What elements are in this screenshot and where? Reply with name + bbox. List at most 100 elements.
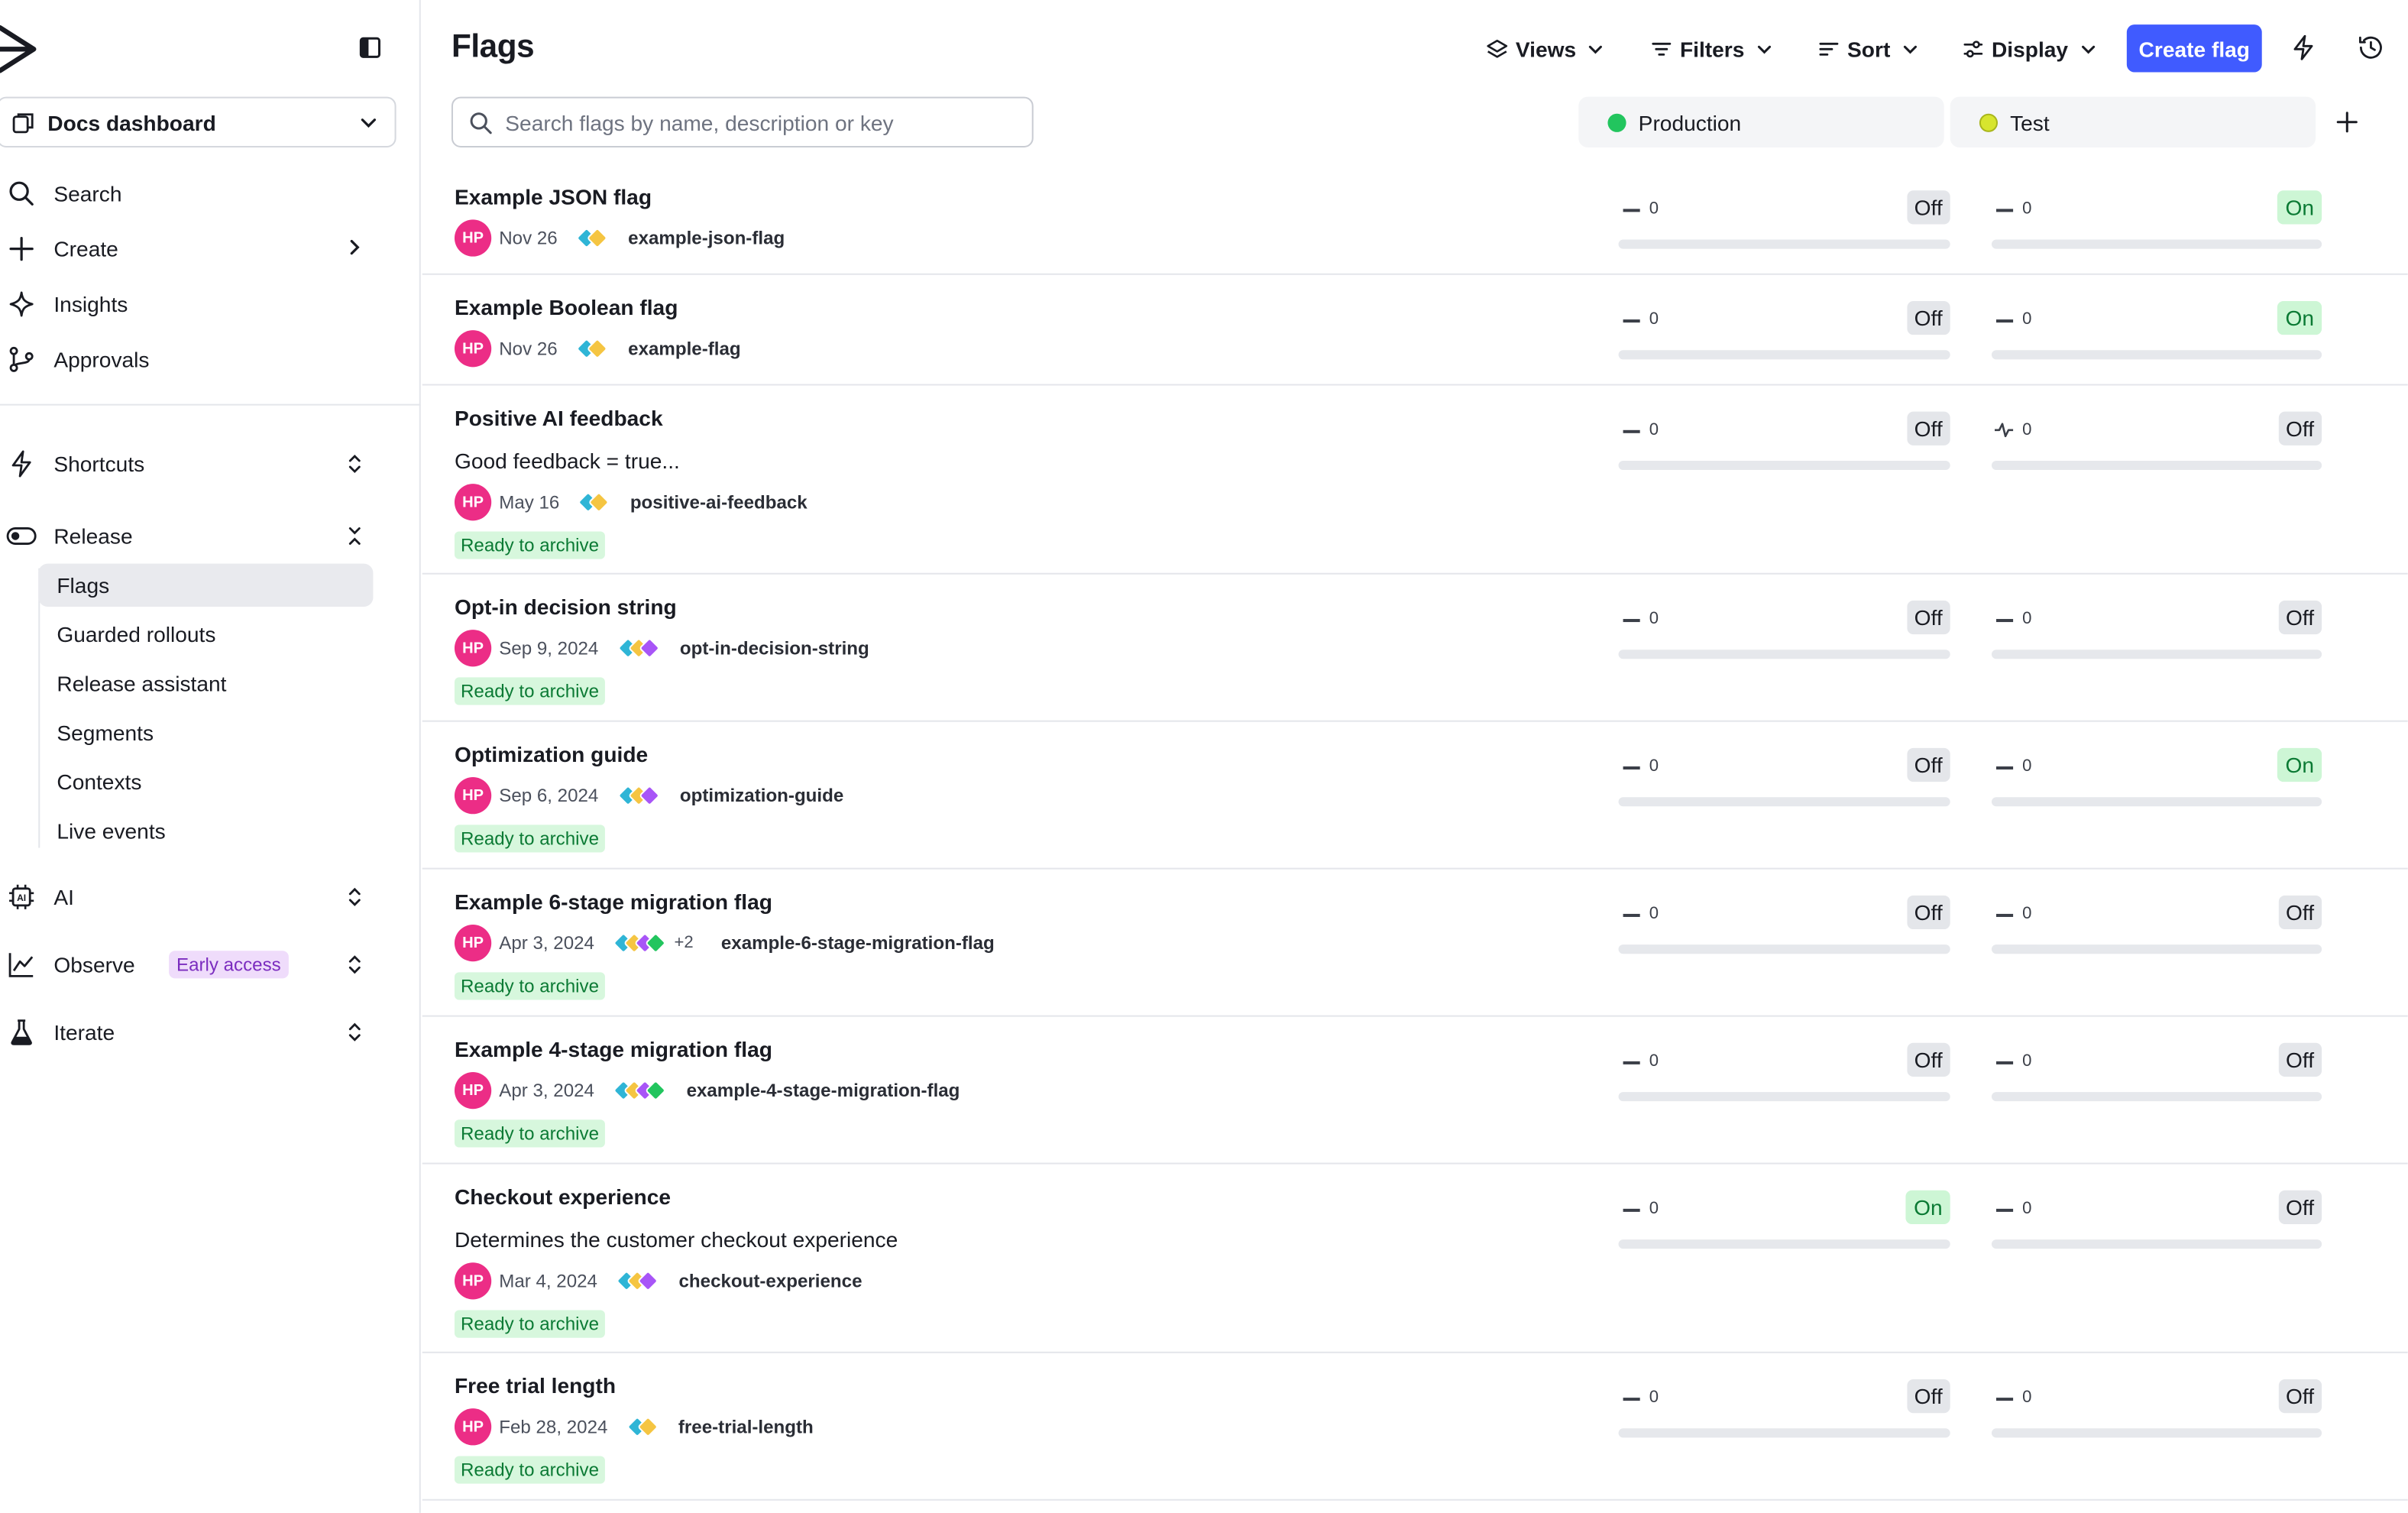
flag-row[interactable]: Opt-in decision string HP Sep 9, 2024 op…	[422, 575, 2408, 722]
env-cell-production[interactable]: 0 On	[1618, 1190, 1950, 1252]
flag-key[interactable]: opt-in-decision-string	[680, 637, 869, 659]
flag-row[interactable]: Optimization guide HP Sep 6, 2024 optimi…	[422, 722, 2408, 870]
add-environment-icon[interactable]	[2335, 111, 2358, 134]
flag-row[interactable]: Example Boolean flag HP Nov 26 example-f…	[422, 275, 2408, 386]
flag-state-toggle[interactable]: Off	[1906, 411, 1950, 445]
env-cell-production[interactable]: 0 Off	[1618, 300, 1950, 362]
sidebar-item-live-events[interactable]: Live events	[38, 809, 373, 852]
history-icon[interactable]	[2357, 34, 2384, 61]
sort-button[interactable]: Sort	[1818, 32, 1920, 66]
flag-state-toggle[interactable]: On	[2277, 190, 2322, 225]
flag-state-toggle[interactable]: Off	[2277, 895, 2322, 930]
env-cell-production[interactable]: 0 Off	[1618, 1379, 1950, 1440]
env-cell-test[interactable]: 0 Off	[1991, 1042, 2322, 1104]
flag-state-toggle[interactable]: Off	[1906, 190, 1950, 225]
flag-row[interactable]: Positive AI feedback Good feedback = tru…	[422, 386, 2408, 575]
flag-state-toggle[interactable]: Off	[1906, 747, 1950, 782]
nav-group-shortcuts[interactable]: Shortcuts	[0, 441, 384, 487]
env-cell-test[interactable]: 0 Off	[1991, 411, 2322, 473]
env-cell-test[interactable]: 0 Off	[1991, 1190, 2322, 1252]
flag-state-toggle[interactable]: Off	[2277, 411, 2322, 445]
flag-state-toggle[interactable]: On	[2277, 747, 2322, 782]
flag-name[interactable]: Example Boolean flag	[455, 295, 678, 319]
flag-state-toggle[interactable]: Off	[2277, 1042, 2322, 1077]
variations-indicator	[612, 1078, 667, 1103]
nav-group-iterate[interactable]: Iterate	[0, 1009, 384, 1055]
nav-group-observe[interactable]: Observe Early access	[0, 941, 384, 987]
flag-state-toggle[interactable]: Off	[1906, 1042, 1950, 1077]
env-cell-test[interactable]: 0 On	[1991, 190, 2322, 251]
flag-name[interactable]: Optimization guide	[455, 742, 648, 766]
sidebar-collapse-icon[interactable]	[356, 34, 384, 61]
variations-indicator	[617, 636, 660, 660]
lightning-icon[interactable]	[2290, 34, 2317, 61]
launchdarkly-logo-icon[interactable]	[0, 24, 40, 73]
nav-search[interactable]: Search	[0, 170, 384, 216]
flag-state-toggle[interactable]: Off	[1906, 1379, 1950, 1414]
flag-state-toggle[interactable]: Off	[1906, 300, 1950, 335]
sidebar-item-contexts[interactable]: Contexts	[38, 760, 373, 803]
flag-name[interactable]: Example 6-stage migration flag	[455, 889, 772, 914]
env-cell-production[interactable]: 0 Off	[1618, 600, 1950, 662]
flag-state-toggle[interactable]: Off	[2277, 1379, 2322, 1414]
search-input[interactable]	[505, 109, 997, 134]
filters-button[interactable]: Filters	[1651, 32, 1774, 66]
sidebar-item-flags[interactable]: Flags	[38, 563, 374, 607]
flag-name[interactable]: Checkout experience	[455, 1184, 671, 1209]
nav-group-release[interactable]: Release	[0, 513, 384, 559]
flag-row[interactable]: Checkout experience Determines the custo…	[422, 1165, 2408, 1353]
project-selector[interactable]: Docs dashboard	[0, 96, 396, 147]
ready-to-archive-badge: Ready to archive	[454, 1119, 606, 1148]
env-cell-production[interactable]: 0 Off	[1618, 895, 1950, 957]
flag-name[interactable]: Positive AI feedback	[455, 406, 663, 430]
flag-key[interactable]: example-4-stage-migration-flag	[687, 1080, 960, 1101]
flag-key[interactable]: example-json-flag	[628, 227, 785, 248]
flag-meta: HP Mar 4, 2024 checkout-experience	[454, 1262, 863, 1300]
sidebar-item-guarded-rollouts[interactable]: Guarded rollouts	[38, 613, 373, 656]
flag-row[interactable]: Example JSON flag HP Nov 26 example-json…	[422, 164, 2408, 275]
flag-row[interactable]: Free trial length HP Feb 28, 2024 free-t…	[422, 1353, 2408, 1501]
flag-key[interactable]: free-trial-length	[678, 1416, 814, 1437]
flag-key[interactable]: positive-ai-feedback	[630, 491, 808, 513]
env-cell-production[interactable]: 0 Off	[1618, 190, 1950, 251]
flag-key[interactable]: optimization-guide	[680, 785, 843, 806]
flag-state-toggle[interactable]: Off	[2277, 1190, 2322, 1224]
views-button[interactable]: Views	[1487, 32, 1606, 66]
search-field[interactable]	[451, 96, 1034, 147]
create-flag-button[interactable]: Create flag	[2126, 24, 2262, 73]
nav-approvals[interactable]: Approvals	[0, 336, 384, 382]
env-cell-test[interactable]: 0 Off	[1991, 895, 2322, 957]
flag-state-toggle[interactable]: Off	[1906, 600, 1950, 635]
env-column-test[interactable]: Test	[1950, 96, 2316, 147]
env-column-production[interactable]: Production	[1578, 96, 1944, 147]
flag-state-toggle[interactable]: On	[2277, 300, 2322, 335]
flag-key[interactable]: example-flag	[628, 338, 740, 359]
evaluation-count: 0	[1649, 310, 1659, 329]
flag-name[interactable]: Example 4-stage migration flag	[455, 1037, 772, 1061]
flag-state-toggle[interactable]: On	[1906, 1190, 1950, 1224]
sidebar-item-segments[interactable]: Segments	[38, 711, 373, 754]
flag-key[interactable]: example-6-stage-migration-flag	[721, 932, 995, 954]
nav-insights[interactable]: Insights	[0, 281, 384, 327]
env-cell-test[interactable]: 0 Off	[1991, 1379, 2322, 1440]
flag-row[interactable]: Example 4-stage migration flag HP Apr 3,…	[422, 1017, 2408, 1165]
env-cell-production[interactable]: 0 Off	[1618, 411, 1950, 473]
flag-name[interactable]: Free trial length	[455, 1373, 616, 1398]
evaluation-count: 0	[2022, 420, 2032, 439]
flag-key[interactable]: checkout-experience	[679, 1270, 863, 1291]
nav-group-ai[interactable]: AI AI	[0, 874, 384, 920]
env-cell-test[interactable]: 0 On	[1991, 747, 2322, 809]
env-cell-test[interactable]: 0 Off	[1991, 600, 2322, 662]
sidebar-item-release-assistant[interactable]: Release assistant	[38, 662, 373, 705]
flag-name[interactable]: Opt-in decision string	[455, 595, 677, 619]
chevron-collapse-icon	[348, 527, 361, 545]
flag-state-toggle[interactable]: Off	[2277, 600, 2322, 635]
nav-create[interactable]: Create	[0, 225, 384, 271]
flag-row[interactable]: Example 6-stage migration flag HP Apr 3,…	[422, 870, 2408, 1017]
env-cell-production[interactable]: 0 Off	[1618, 747, 1950, 809]
flag-state-toggle[interactable]: Off	[1906, 895, 1950, 930]
display-button[interactable]: Display	[1963, 32, 2098, 66]
env-cell-production[interactable]: 0 Off	[1618, 1042, 1950, 1104]
flag-name[interactable]: Example JSON flag	[455, 184, 652, 209]
env-cell-test[interactable]: 0 On	[1991, 300, 2322, 362]
